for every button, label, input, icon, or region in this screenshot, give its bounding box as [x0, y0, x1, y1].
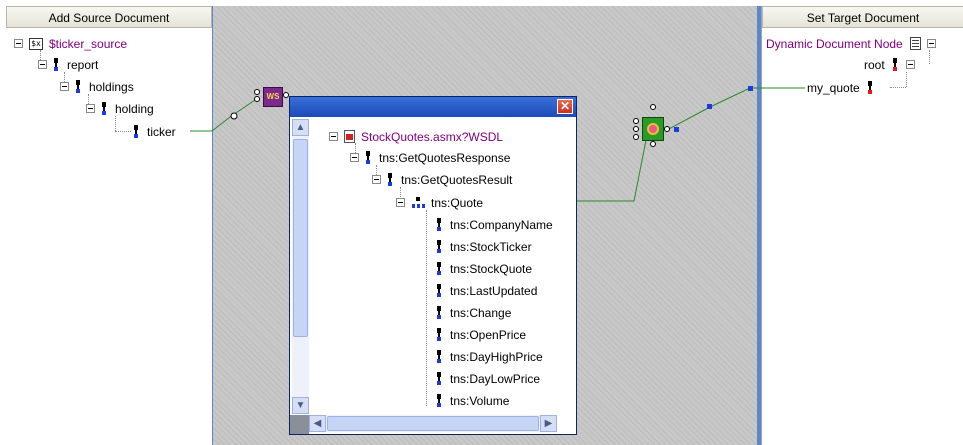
wsdl-schema-popup: ✕ ▲ ▼ ◀ ▶ StockQuotes.asmx?WSDL tns:GetQ…	[289, 96, 577, 435]
function-port[interactable]	[650, 141, 656, 147]
collapse-toggle-icon[interactable]	[396, 198, 405, 208]
close-icon[interactable]: ✕	[557, 99, 573, 114]
wire-handle[interactable]	[748, 86, 753, 91]
element-icon	[436, 283, 442, 299]
element-icon	[365, 150, 371, 166]
wire-function-to-my-quote[interactable]	[666, 87, 805, 131]
vertical-scroll-thumb[interactable]	[293, 139, 308, 337]
wire-handle[interactable]	[707, 104, 712, 109]
horizontal-scrollbar[interactable]: ◀ ▶	[309, 415, 557, 432]
popup-titlebar[interactable]: ✕	[290, 97, 576, 117]
function-output-port[interactable]	[664, 126, 670, 132]
scroll-right-icon[interactable]: ▶	[540, 415, 557, 432]
element-icon	[436, 349, 442, 365]
wire-handle[interactable]	[674, 127, 679, 132]
element-icon	[436, 327, 442, 343]
wsdl-field[interactable]: tns:StockQuote	[436, 260, 532, 277]
wsdl-field[interactable]: tns:DayHighPrice	[436, 348, 543, 365]
scroll-up-icon[interactable]: ▲	[292, 119, 309, 136]
wsdl-file-icon	[344, 130, 355, 144]
wsdl-node-quote[interactable]: tns:Quote	[396, 194, 483, 211]
wire-ticker-to-ws[interactable]	[190, 99, 256, 132]
element-icon	[436, 261, 442, 277]
wsdl-field[interactable]: tns:StockTicker	[436, 238, 532, 255]
function-port[interactable]	[650, 104, 656, 110]
function-input-port[interactable]	[633, 118, 639, 124]
collapse-toggle-icon[interactable]	[329, 132, 338, 142]
collapse-toggle-icon[interactable]	[372, 175, 381, 185]
element-icon	[387, 172, 393, 188]
wsdl-field[interactable]: tns:DayLowPrice	[436, 370, 540, 387]
wsdl-node-getquotesresult[interactable]: tns:GetQuotesResult	[372, 171, 512, 188]
element-icon	[436, 217, 442, 233]
horizontal-scroll-thumb[interactable]	[327, 416, 539, 431]
function-input-port[interactable]	[633, 134, 639, 140]
ws-input-port[interactable]	[254, 89, 260, 95]
element-icon	[436, 393, 442, 409]
tree-line	[426, 210, 427, 406]
wsdl-field[interactable]: tns:Volume	[436, 392, 509, 409]
wire-port[interactable]	[230, 112, 238, 120]
function-input-port[interactable]	[633, 126, 639, 132]
wsdl-field[interactable]: tns:LastUpdated	[436, 282, 537, 299]
wsdl-field[interactable]: tns:OpenPrice	[436, 326, 526, 343]
function-node-icon[interactable]	[642, 117, 664, 141]
wsdl-field[interactable]: tns:Change	[436, 304, 511, 321]
collapse-toggle-icon[interactable]	[350, 153, 359, 163]
scrollbar-corner	[290, 415, 309, 434]
element-icon	[436, 371, 442, 387]
scroll-left-icon[interactable]: ◀	[309, 415, 326, 432]
element-icon	[436, 239, 442, 255]
vertical-scrollbar[interactable]: ▲ ▼	[292, 119, 309, 414]
web-service-node-icon[interactable]: WS	[263, 87, 283, 107]
element-icon	[436, 305, 442, 321]
wsdl-field[interactable]: tns:CompanyName	[436, 216, 553, 233]
wsdl-node-getquotesresponse[interactable]: tns:GetQuotesResponse	[350, 149, 510, 166]
complex-type-icon	[411, 196, 425, 209]
ws-input-port[interactable]	[254, 96, 260, 102]
scroll-down-icon[interactable]: ▼	[292, 397, 309, 414]
